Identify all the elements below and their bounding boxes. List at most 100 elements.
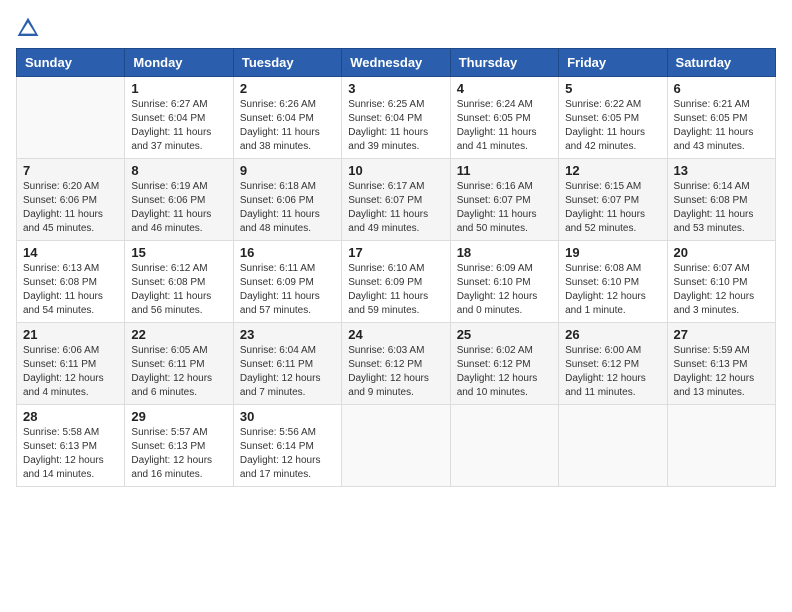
calendar-cell: 3 Sunrise: 6:25 AM Sunset: 6:04 PM Daylig… — [342, 77, 450, 159]
calendar-table: SundayMondayTuesdayWednesdayThursdayFrid… — [16, 48, 776, 487]
day-header-tuesday: Tuesday — [233, 49, 341, 77]
day-info: Sunrise: 6:07 AM Sunset: 6:10 PM Dayligh… — [674, 262, 769, 318]
day-info: Sunrise: 5:59 AM Sunset: 6:13 PM Dayligh… — [674, 344, 769, 400]
day-number: 14 — [23, 245, 118, 260]
day-number: 2 — [240, 81, 335, 96]
day-info: Sunrise: 6:26 AM Sunset: 6:04 PM Dayligh… — [240, 98, 335, 154]
day-info: Sunrise: 6:06 AM Sunset: 6:11 PM Dayligh… — [23, 344, 118, 400]
day-number: 20 — [674, 245, 769, 260]
calendar-cell: 23 Sunrise: 6:04 AM Sunset: 6:11 PM Dayli… — [233, 323, 341, 405]
day-info: Sunrise: 6:21 AM Sunset: 6:05 PM Dayligh… — [674, 98, 769, 154]
calendar-cell: 15 Sunrise: 6:12 AM Sunset: 6:08 PM Dayli… — [125, 241, 233, 323]
calendar-cell — [342, 405, 450, 487]
day-number: 13 — [674, 163, 769, 178]
calendar-cell: 20 Sunrise: 6:07 AM Sunset: 6:10 PM Dayli… — [667, 241, 775, 323]
calendar-cell — [450, 405, 558, 487]
calendar-cell — [17, 77, 125, 159]
page-header — [16, 16, 776, 40]
calendar-header-row: SundayMondayTuesdayWednesdayThursdayFrid… — [17, 49, 776, 77]
day-number: 17 — [348, 245, 443, 260]
calendar-cell: 30 Sunrise: 5:56 AM Sunset: 6:14 PM Dayli… — [233, 405, 341, 487]
calendar-cell: 10Sunrise: 6:17 AM Sunset: 6:07 PM Dayli… — [342, 159, 450, 241]
calendar-cell: 9 Sunrise: 6:18 AM Sunset: 6:06 PM Daylig… — [233, 159, 341, 241]
logo-icon — [16, 16, 40, 40]
day-number: 21 — [23, 327, 118, 342]
calendar-cell: 14 Sunrise: 6:13 AM Sunset: 6:08 PM Dayli… — [17, 241, 125, 323]
day-number: 6 — [674, 81, 769, 96]
day-header-sunday: Sunday — [17, 49, 125, 77]
calendar-cell: 29 Sunrise: 5:57 AM Sunset: 6:13 PM Dayli… — [125, 405, 233, 487]
day-number: 26 — [565, 327, 660, 342]
calendar-cell: 12Sunrise: 6:15 AM Sunset: 6:07 PM Dayli… — [559, 159, 667, 241]
day-number: 30 — [240, 409, 335, 424]
day-info: Sunrise: 6:17 AM Sunset: 6:07 PM Dayligh… — [348, 180, 443, 236]
day-number: 18 — [457, 245, 552, 260]
calendar-cell: 17 Sunrise: 6:10 AM Sunset: 6:09 PM Dayli… — [342, 241, 450, 323]
day-info: Sunrise: 6:22 AM Sunset: 6:05 PM Dayligh… — [565, 98, 660, 154]
day-info: Sunrise: 6:16 AM Sunset: 6:07 PM Dayligh… — [457, 180, 552, 236]
calendar-cell: 6 Sunrise: 6:21 AM Sunset: 6:05 PM Daylig… — [667, 77, 775, 159]
calendar-cell: 27 Sunrise: 5:59 AM Sunset: 6:13 PM Dayli… — [667, 323, 775, 405]
day-info: Sunrise: 6:03 AM Sunset: 6:12 PM Dayligh… — [348, 344, 443, 400]
day-number: 23 — [240, 327, 335, 342]
day-number: 27 — [674, 327, 769, 342]
day-number: 16 — [240, 245, 335, 260]
calendar-cell: 19Sunrise: 6:08 AM Sunset: 6:10 PM Dayli… — [559, 241, 667, 323]
calendar-cell: 7Sunrise: 6:20 AM Sunset: 6:06 PM Daylig… — [17, 159, 125, 241]
day-number: 9 — [240, 163, 335, 178]
day-info: Sunrise: 6:25 AM Sunset: 6:04 PM Dayligh… — [348, 98, 443, 154]
day-info: Sunrise: 6:09 AM Sunset: 6:10 PM Dayligh… — [457, 262, 552, 318]
day-info: Sunrise: 6:02 AM Sunset: 6:12 PM Dayligh… — [457, 344, 552, 400]
day-number: 25 — [457, 327, 552, 342]
day-info: Sunrise: 6:15 AM Sunset: 6:07 PM Dayligh… — [565, 180, 660, 236]
calendar-cell — [667, 405, 775, 487]
day-number: 15 — [131, 245, 226, 260]
calendar-cell: 22 Sunrise: 6:05 AM Sunset: 6:11 PM Dayli… — [125, 323, 233, 405]
day-info: Sunrise: 6:12 AM Sunset: 6:08 PM Dayligh… — [131, 262, 226, 318]
day-info: Sunrise: 6:13 AM Sunset: 6:08 PM Dayligh… — [23, 262, 118, 318]
day-number: 3 — [348, 81, 443, 96]
calendar-week-row: 28 Sunrise: 5:58 AM Sunset: 6:13 PM Dayli… — [17, 405, 776, 487]
day-info: Sunrise: 6:04 AM Sunset: 6:11 PM Dayligh… — [240, 344, 335, 400]
day-number: 8 — [131, 163, 226, 178]
day-info: Sunrise: 6:18 AM Sunset: 6:06 PM Dayligh… — [240, 180, 335, 236]
calendar-cell: 1 Sunrise: 6:27 AM Sunset: 6:04 PM Daylig… — [125, 77, 233, 159]
day-number: 7 — [23, 163, 118, 178]
calendar-week-row: 21 Sunrise: 6:06 AM Sunset: 6:11 PM Dayli… — [17, 323, 776, 405]
day-header-friday: Friday — [559, 49, 667, 77]
calendar-cell: 24 Sunrise: 6:03 AM Sunset: 6:12 PM Dayli… — [342, 323, 450, 405]
calendar-cell: 13 Sunrise: 6:14 AM Sunset: 6:08 PM Dayli… — [667, 159, 775, 241]
day-header-wednesday: Wednesday — [342, 49, 450, 77]
day-number: 5 — [565, 81, 660, 96]
day-info: Sunrise: 6:05 AM Sunset: 6:11 PM Dayligh… — [131, 344, 226, 400]
day-info: Sunrise: 6:00 AM Sunset: 6:12 PM Dayligh… — [565, 344, 660, 400]
calendar-week-row: 7Sunrise: 6:20 AM Sunset: 6:06 PM Daylig… — [17, 159, 776, 241]
day-number: 4 — [457, 81, 552, 96]
calendar-cell: 21 Sunrise: 6:06 AM Sunset: 6:11 PM Dayli… — [17, 323, 125, 405]
calendar-cell: 5 Sunrise: 6:22 AM Sunset: 6:05 PM Daylig… — [559, 77, 667, 159]
day-number: 29 — [131, 409, 226, 424]
calendar-week-row: 14 Sunrise: 6:13 AM Sunset: 6:08 PM Dayli… — [17, 241, 776, 323]
calendar-cell: 16Sunrise: 6:11 AM Sunset: 6:09 PM Dayli… — [233, 241, 341, 323]
calendar-cell: 11 Sunrise: 6:16 AM Sunset: 6:07 PM Dayli… — [450, 159, 558, 241]
calendar-cell — [559, 405, 667, 487]
day-number: 24 — [348, 327, 443, 342]
day-header-thursday: Thursday — [450, 49, 558, 77]
day-info: Sunrise: 5:57 AM Sunset: 6:13 PM Dayligh… — [131, 426, 226, 482]
day-info: Sunrise: 6:14 AM Sunset: 6:08 PM Dayligh… — [674, 180, 769, 236]
day-number: 22 — [131, 327, 226, 342]
calendar-cell: 4 Sunrise: 6:24 AM Sunset: 6:05 PM Daylig… — [450, 77, 558, 159]
day-info: Sunrise: 6:27 AM Sunset: 6:04 PM Dayligh… — [131, 98, 226, 154]
calendar-cell: 25 Sunrise: 6:02 AM Sunset: 6:12 PM Dayli… — [450, 323, 558, 405]
calendar-cell: 28 Sunrise: 5:58 AM Sunset: 6:13 PM Dayli… — [17, 405, 125, 487]
day-info: Sunrise: 6:24 AM Sunset: 6:05 PM Dayligh… — [457, 98, 552, 154]
day-info: Sunrise: 6:10 AM Sunset: 6:09 PM Dayligh… — [348, 262, 443, 318]
day-number: 11 — [457, 163, 552, 178]
calendar-cell: 18 Sunrise: 6:09 AM Sunset: 6:10 PM Dayli… — [450, 241, 558, 323]
day-info: Sunrise: 6:08 AM Sunset: 6:10 PM Dayligh… — [565, 262, 660, 318]
day-info: Sunrise: 5:56 AM Sunset: 6:14 PM Dayligh… — [240, 426, 335, 482]
day-info: Sunrise: 5:58 AM Sunset: 6:13 PM Dayligh… — [23, 426, 118, 482]
day-info: Sunrise: 6:19 AM Sunset: 6:06 PM Dayligh… — [131, 180, 226, 236]
day-number: 28 — [23, 409, 118, 424]
day-number: 1 — [131, 81, 226, 96]
